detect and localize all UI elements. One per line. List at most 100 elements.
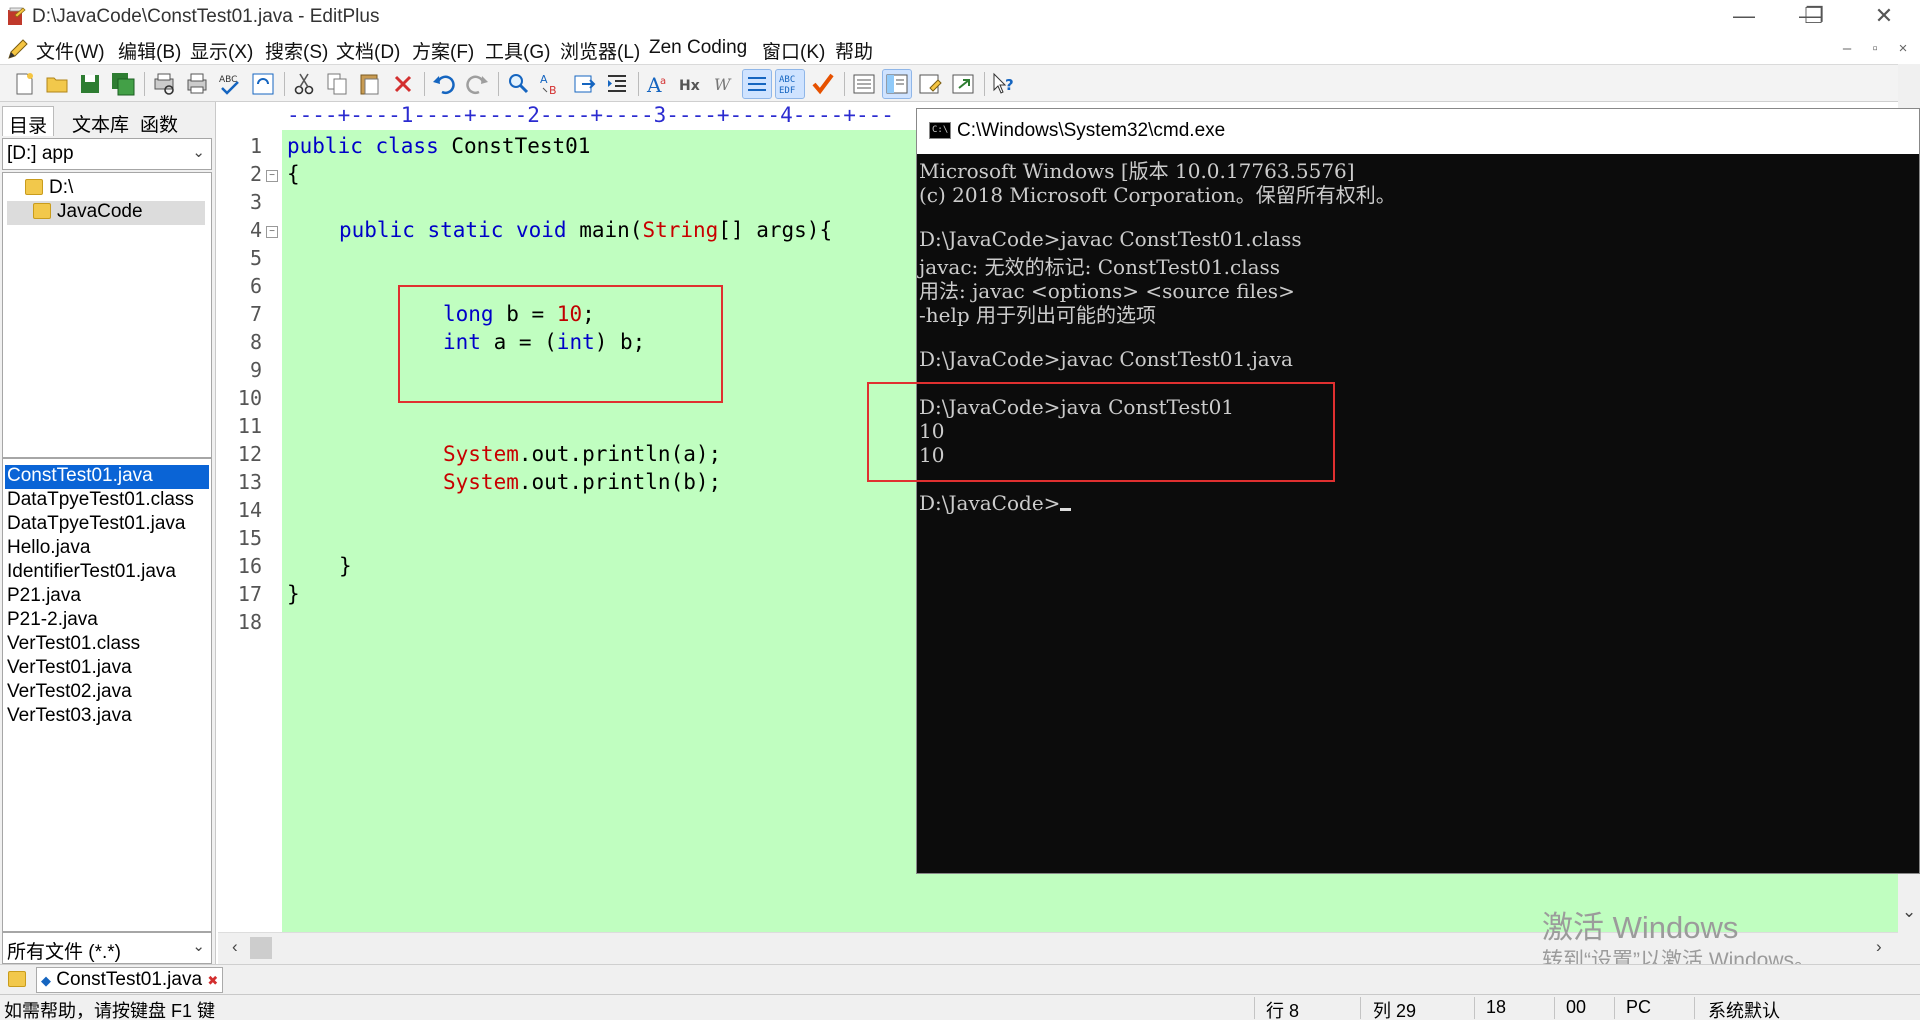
file-item[interactable]: DataTpyeTest01.java (5, 513, 186, 537)
line-number: 3 (249, 190, 262, 214)
file-item[interactable]: VerTest03.java (5, 705, 132, 729)
tree-item-javacode[interactable]: JavaCode (7, 201, 205, 225)
hex-view-icon[interactable]: Hx (677, 70, 705, 98)
help-icon[interactable]: ? (990, 70, 1018, 98)
file-item[interactable]: VerTest01.java (5, 657, 132, 681)
status-bar: 如需帮助，请按键盘 F1 键 行 8 列 29 18 00 PC 系统默认 (0, 994, 1920, 1021)
scroll-right-icon[interactable]: › (1876, 937, 1882, 957)
menu-zen-coding[interactable]: Zen Coding (649, 37, 747, 59)
word-wrap-icon[interactable]: W (710, 70, 738, 98)
print-preview-icon[interactable] (150, 70, 178, 98)
cut-icon[interactable] (290, 70, 318, 98)
scroll-thumb[interactable] (250, 937, 272, 959)
window-title: D:\JavaCode\ConstTest01.java - EditPlus (32, 6, 380, 27)
spell-check-icon[interactable]: ABC (216, 70, 244, 98)
tab-constest01[interactable]: ◆ ConstTest01.java ✖ (36, 967, 224, 993)
code-line-12: System.out.println(a); (443, 442, 721, 466)
file-item[interactable]: ConstTest01.java (5, 465, 209, 489)
code-line-4: public static void main(String[] args){ (339, 218, 832, 242)
menu-search[interactable]: 搜索(S) (265, 37, 328, 64)
cmd-title-bar[interactable]: C:\ C:\Windows\System32\cmd.exe (917, 109, 1919, 154)
file-item[interactable]: P21.java (5, 585, 81, 609)
scroll-down-icon[interactable]: ⌄ (1902, 902, 1916, 922)
undo-icon[interactable] (430, 70, 458, 98)
file-filter-select[interactable]: 所有文件 (*.*) ⌄ (2, 932, 212, 964)
paste-icon[interactable] (356, 70, 384, 98)
close-tab-icon[interactable]: ✖ (207, 973, 218, 988)
browser-icon[interactable] (949, 70, 977, 98)
tab-functions[interactable]: 函数 (134, 106, 184, 136)
print-icon[interactable] (183, 70, 211, 98)
line-number: 4 (249, 218, 262, 242)
line-number: 14 (237, 498, 262, 522)
file-item[interactable]: VerTest02.java (5, 681, 132, 705)
type-name: System (443, 442, 519, 466)
file-item[interactable]: P21-2.java (5, 609, 98, 633)
window-minimize[interactable]: — (1714, 0, 1774, 34)
ruler-icon[interactable]: ABC EDF (775, 69, 805, 99)
save-icon[interactable] (76, 70, 104, 98)
svg-text:a: a (660, 76, 666, 87)
sync-icon[interactable] (249, 70, 277, 98)
mdi-restore-button[interactable]: ▫ (1862, 38, 1888, 60)
drive-select[interactable]: [D:] app ⌄ (2, 138, 212, 170)
mdi-minimize-button[interactable]: – (1834, 38, 1860, 60)
svg-text:?: ? (1005, 76, 1014, 94)
delete-icon[interactable] (389, 70, 417, 98)
output-window-icon[interactable] (850, 70, 878, 98)
save-all-icon[interactable] (109, 70, 137, 98)
title-bar: D:\JavaCode\ConstTest01.java - EditPlus … (0, 0, 1920, 34)
java-file-icon: ◆ (41, 973, 51, 988)
find-icon[interactable] (504, 70, 532, 98)
menu-tools[interactable]: 工具(G) (485, 37, 550, 64)
open-folder-icon[interactable] (43, 70, 71, 98)
window-restore[interactable]: ❐ (1784, 0, 1844, 34)
cliptext-icon[interactable] (916, 70, 944, 98)
console-prompt[interactable]: D:\JavaCode> (919, 491, 1072, 515)
line-number: 18 (237, 610, 262, 634)
tree-item-label: D:\ (49, 177, 74, 198)
file-item[interactable]: Hello.java (5, 537, 90, 561)
folder-icon[interactable] (8, 971, 26, 987)
menu-browser[interactable]: 浏览器(L) (560, 37, 640, 64)
cmd-window[interactable]: C:\ C:\Windows\System32\cmd.exe Microsof… (916, 108, 1920, 874)
menu-edit[interactable]: 编辑(B) (118, 37, 181, 64)
copy-icon[interactable] (323, 70, 351, 98)
directory-tree[interactable]: D:\ JavaCode (2, 172, 212, 458)
replace-icon[interactable]: AB (537, 70, 565, 98)
mdi-close-button[interactable]: × (1890, 38, 1916, 60)
menu-view[interactable]: 显示(X) (190, 37, 253, 64)
drive-select-value: [D:] app (7, 143, 74, 164)
redo-icon[interactable] (463, 70, 491, 98)
code-line-16: } (339, 554, 352, 578)
new-file-icon[interactable] (10, 70, 38, 98)
fold-toggle[interactable]: − (266, 170, 278, 182)
tree-item-label: JavaCode (57, 201, 143, 222)
line-number: 1 (249, 134, 262, 158)
window-close[interactable]: ✕ (1854, 0, 1914, 34)
tab-cliptext[interactable]: 文本库 (66, 106, 135, 136)
file-item[interactable]: VerTest01.class (5, 633, 140, 657)
tab-directory[interactable]: 目录 (2, 106, 55, 137)
check-icon[interactable] (809, 70, 837, 98)
menu-file[interactable]: 文件(W) (36, 37, 105, 64)
file-item[interactable]: IdentifierTest01.java (5, 561, 176, 585)
file-list[interactable]: ConstTest01.java DataTpyeTest01.class Da… (2, 458, 212, 932)
line-number: 6 (249, 274, 262, 298)
tree-item-drive[interactable]: D:\ (25, 177, 73, 201)
scroll-left-icon[interactable]: ‹ (232, 937, 238, 957)
svg-text:Hx: Hx (679, 78, 700, 94)
folder-open-icon (33, 203, 51, 219)
menu-help[interactable]: 帮助 (835, 37, 873, 64)
line-number-icon[interactable] (742, 69, 772, 99)
menu-project[interactable]: 方案(F) (412, 37, 474, 64)
goto-icon[interactable] (570, 70, 598, 98)
font-icon[interactable]: Aa (644, 70, 672, 98)
menu-window[interactable]: 窗口(K) (762, 37, 825, 64)
directory-window-icon[interactable] (882, 69, 912, 99)
fold-toggle[interactable]: − (266, 226, 278, 238)
file-item[interactable]: DataTpyeTest01.class (5, 489, 194, 513)
indent-icon[interactable] (603, 70, 631, 98)
menu-document[interactable]: 文档(D) (336, 37, 400, 64)
activation-watermark-title: 激活 Windows (1542, 910, 1739, 945)
